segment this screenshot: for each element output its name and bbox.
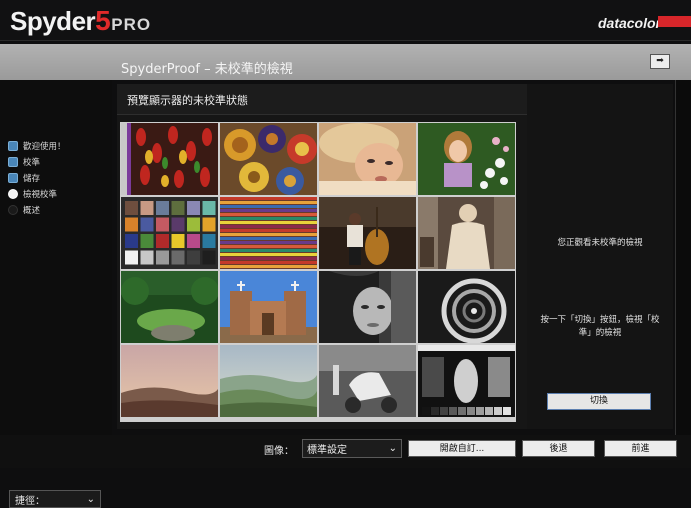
step-done-icon: [8, 173, 18, 183]
photo-spiral-staircase: [418, 271, 515, 343]
photo-bowls: [220, 123, 317, 195]
viewing-status-text: 您正觀看未校準的檢視: [557, 238, 643, 248]
window-title: SpyderProof – 未校準的檢視: [121, 62, 293, 77]
next-button[interactable]: 前進: [604, 440, 677, 457]
photo-scooter-bw: [319, 345, 416, 417]
info-side-panel: 您正觀看未校準的檢視 按一下「切換」按鈕，檢視「校準」的檢視 切換: [527, 84, 673, 429]
step-done-icon: [8, 141, 18, 151]
open-custom-button[interactable]: 開啟自訂...: [408, 440, 516, 457]
step-review[interactable]: 檢視校準: [8, 186, 66, 202]
photo-adobe-church: [220, 271, 317, 343]
datacolor-logo-bar: [657, 16, 691, 27]
photo-chili-peppers: [121, 123, 218, 195]
step-calibrate[interactable]: 校準: [8, 154, 66, 170]
sidebar: 歡迎使用！ 校準 儲存 檢視校準 概述 捷徑： ⌄: [0, 80, 112, 508]
photo-color-checker: [121, 197, 218, 269]
image-select[interactable]: 標準設定 ⌄: [302, 439, 402, 458]
soft-proof-image-grid: [120, 122, 516, 422]
photo-garden: [121, 271, 218, 343]
photo-girl-in-flowers: [418, 123, 515, 195]
switch-button[interactable]: 切換: [547, 393, 651, 410]
step-summary[interactable]: 概述: [8, 202, 66, 218]
photo-bride-sepia: [418, 197, 515, 269]
preview-panel: 預覽顯示器的未校準狀態 您正觀看未校準的檢視 按一下「切換」按鈕，檢視「校準」的…: [117, 84, 673, 429]
step-save[interactable]: 儲存: [8, 170, 66, 186]
step-active-icon: [8, 189, 18, 199]
step-pending-icon: [8, 205, 18, 215]
step-list: 歡迎使用！ 校準 儲存 檢視校準 概述: [8, 138, 66, 218]
step-done-icon: [8, 157, 18, 167]
step-welcome[interactable]: 歡迎使用！: [8, 138, 66, 154]
back-button[interactable]: 後退: [522, 440, 595, 457]
photo-rolling-hills: [220, 345, 317, 417]
photo-grayscale-target: [418, 345, 515, 417]
shortcut-dropdown[interactable]: 捷徑： ⌄: [9, 490, 101, 508]
photo-sunset-landscape: [121, 345, 218, 417]
chevron-down-icon: ⌄: [388, 443, 397, 454]
photo-textiles: [220, 197, 317, 269]
photo-cellist: [319, 197, 416, 269]
right-scroll-edge: [675, 80, 691, 435]
arrow-right-icon[interactable]: ➡: [650, 54, 670, 69]
image-label: 圖像：: [264, 446, 294, 457]
panel-header-title: 預覽顯示器的未校準狀態: [127, 94, 248, 107]
top-bar: Spyder5PRO datacolor: [0, 0, 691, 41]
instruction-text: 按一下「切換」按鈕，檢視「校準」的檢視: [540, 315, 660, 338]
chevron-down-icon: ⌄: [86, 493, 95, 505]
photo-woman-portrait: [319, 123, 416, 195]
window-title-bar: SpyderProof – 未校準的檢視 ➡: [0, 44, 691, 80]
photo-bw-portrait: [319, 271, 416, 343]
datacolor-logo: datacolor: [598, 13, 691, 32]
spyder5pro-logo: Spyder5PRO: [10, 5, 152, 36]
